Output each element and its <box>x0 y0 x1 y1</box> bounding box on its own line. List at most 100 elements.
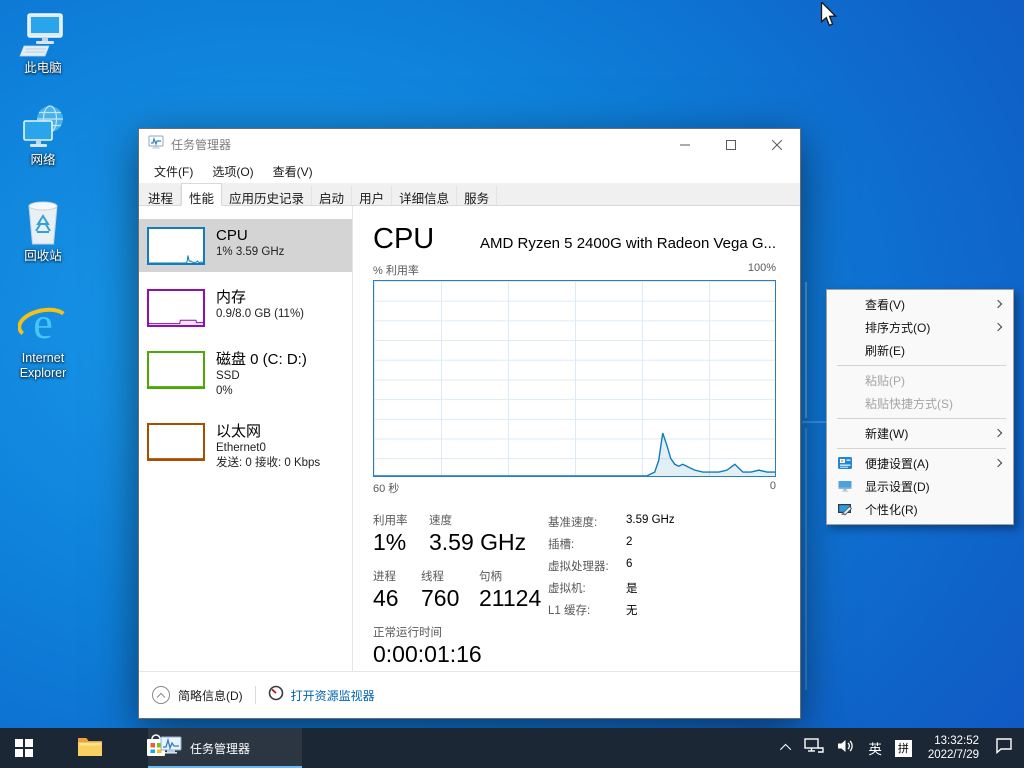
context-item-refresh[interactable]: 刷新(E) <box>827 339 1013 362</box>
virtual-machine-value: 是 <box>626 580 638 596</box>
disk-mini-graph <box>147 351 205 389</box>
context-item-label: 查看(V) <box>865 296 905 313</box>
tab-users[interactable]: 用户 <box>352 186 392 205</box>
collapse-icon[interactable] <box>152 686 170 704</box>
processes-label: 进程 <box>373 568 421 584</box>
virtual-processors-label: 虚拟处理器: <box>548 558 626 574</box>
tab-strip: 进程 性能 应用历史记录 启动 用户 详细信息 服务 <box>139 183 800 206</box>
menu-options[interactable]: 选项(O) <box>205 160 260 183</box>
taskbar-task-manager-button[interactable]: 任务管理器 <box>148 728 302 768</box>
tab-performance[interactable]: 性能 <box>181 183 222 206</box>
context-item-label: 新建(W) <box>865 425 908 442</box>
handles-label: 句柄 <box>479 568 541 584</box>
handles-value: 21124 <box>479 585 541 612</box>
cpu-spec-list: 基准速度:3.59 GHz 插槽:2 虚拟处理器:6 虚拟机:是 L1 缓存:无 <box>548 514 675 624</box>
cpu-panel: CPU AMD Ryzen 5 2400G with Radeon Vega G… <box>353 206 800 671</box>
tab-details[interactable]: 详细信息 <box>392 186 457 205</box>
base-speed-value: 3.59 GHz <box>626 514 675 530</box>
personalize-icon <box>837 501 853 520</box>
l1-cache-label: L1 缓存: <box>548 602 626 618</box>
processes-value: 46 <box>373 585 421 612</box>
show-hidden-icons-button[interactable] <box>780 728 794 768</box>
graph-ymax: 100% <box>748 262 776 278</box>
action-center-button[interactable] <box>992 728 1016 768</box>
desktop-icon-internet-explorer[interactable]: e Internet Explorer <box>4 298 82 381</box>
wallpaper-light-streak <box>805 428 807 690</box>
resource-monitor-icon <box>268 685 284 706</box>
cpu-stats: 利用率 1% 速度 3.59 GHz 进程 46 <box>373 512 776 672</box>
tab-services[interactable]: 服务 <box>457 186 497 205</box>
task-manager-taskbar-icon <box>160 736 182 761</box>
sockets-value: 2 <box>626 536 632 552</box>
sidebar-item-disk[interactable]: 磁盘 0 (C: D:) SSD 0% <box>139 343 352 406</box>
base-speed-label: 基准速度: <box>548 514 626 530</box>
svg-text:e: e <box>33 299 53 348</box>
taskbar: 任务管理器 <box>0 728 1024 768</box>
menu-separator <box>837 448 1006 449</box>
cpu-utilization-graph <box>373 280 776 477</box>
menu-separator <box>837 418 1006 419</box>
threads-value: 760 <box>421 585 479 612</box>
sidebar-item-memory[interactable]: 内存 0.9/8.0 GB (11%) <box>139 281 352 334</box>
fewer-details-button[interactable]: 简略信息(D) <box>178 687 243 704</box>
context-item-quick-settings[interactable]: 便捷设置(A) <box>827 452 1013 475</box>
ime-language-button[interactable]: 英 <box>865 728 885 768</box>
task-manager-footer: 简略信息(D) 打开资源监视器 <box>139 671 800 718</box>
system-tray: 英 拼 13:32:52 2022/7/29 <box>780 728 1016 768</box>
desktop-icon-network[interactable]: 网络 <box>4 100 82 168</box>
volume-tray-button[interactable] <box>834 728 858 768</box>
sidebar-item-cpu[interactable]: CPU 1% 3.59 GHz <box>139 219 352 272</box>
context-item-sort-by[interactable]: 排序方式(O) <box>827 316 1013 339</box>
minimize-button[interactable] <box>662 129 708 160</box>
sidebar-cpu-title: CPU <box>216 226 284 245</box>
speed-value: 3.59 GHz <box>429 529 526 556</box>
network-tray-button[interactable] <box>801 728 827 768</box>
performance-sidebar: CPU 1% 3.59 GHz 内存 0.9/8.0 GB (11%) <box>139 206 353 671</box>
display-settings-icon <box>837 478 853 497</box>
maximize-button[interactable] <box>708 129 754 160</box>
titlebar[interactable]: 任务管理器 <box>139 129 800 160</box>
cpu-mini-graph <box>147 227 205 265</box>
quick-settings-icon <box>837 455 853 474</box>
close-button[interactable] <box>754 129 800 160</box>
ime-mode-button[interactable]: 拼 <box>892 728 915 768</box>
utilization-label: 利用率 <box>373 512 429 528</box>
context-item-paste-shortcut: 粘贴快捷方式(S) <box>827 392 1013 415</box>
clock[interactable]: 13:32:52 2022/7/29 <box>922 728 985 768</box>
menu-view[interactable]: 查看(V) <box>266 160 320 183</box>
ie-icon: e <box>4 298 82 348</box>
desktop-icon-this-pc[interactable]: 此电脑 <box>4 8 82 76</box>
file-explorer-button[interactable] <box>66 728 114 768</box>
context-item-label: 个性化(R) <box>865 501 918 518</box>
cpu-device-name: AMD Ryzen 5 2400G with Radeon Vega G... <box>480 235 776 252</box>
desktop-icon-recycle-bin[interactable]: 回收站 <box>4 196 82 264</box>
sidebar-item-ethernet[interactable]: 以太网 Ethernet0 发送: 0 接收: 0 Kbps <box>139 415 352 478</box>
sidebar-ethernet-title: 以太网 <box>216 422 320 441</box>
ime-language-label: 英 <box>868 738 882 758</box>
tab-processes[interactable]: 进程 <box>141 186 181 205</box>
open-resource-monitor-link[interactable]: 打开资源监视器 <box>291 687 375 704</box>
tab-app-history[interactable]: 应用历史记录 <box>222 186 312 205</box>
context-item-label: 排序方式(O) <box>865 319 930 336</box>
speaker-icon <box>837 738 855 759</box>
menu-file[interactable]: 文件(F) <box>147 160 200 183</box>
context-item-display-settings[interactable]: 显示设置(D) <box>827 475 1013 498</box>
desktop-icon-label: Internet Explorer <box>4 351 82 381</box>
graph-ylabel: % 利用率 <box>373 262 419 278</box>
virtual-machine-label: 虚拟机: <box>548 580 626 596</box>
wallpaper-light-streak <box>805 282 807 418</box>
context-item-view[interactable]: 查看(V) <box>827 293 1013 316</box>
sidebar-disk-type: SSD <box>216 369 307 384</box>
ethernet-mini-graph <box>147 423 205 461</box>
sidebar-disk-title: 磁盘 0 (C: D:) <box>216 350 307 369</box>
tab-startup[interactable]: 启动 <box>312 186 352 205</box>
context-item-personalize[interactable]: 个性化(R) <box>827 498 1013 521</box>
submenu-arrow-icon <box>994 459 1002 467</box>
window-title: 任务管理器 <box>171 136 231 153</box>
start-button[interactable] <box>0 728 48 768</box>
desktop-icon-label: 回收站 <box>4 249 82 264</box>
l1-cache-value: 无 <box>626 602 638 618</box>
network-icon <box>4 100 82 150</box>
uptime-label: 正常运行时间 <box>373 624 776 640</box>
context-item-new[interactable]: 新建(W) <box>827 422 1013 445</box>
